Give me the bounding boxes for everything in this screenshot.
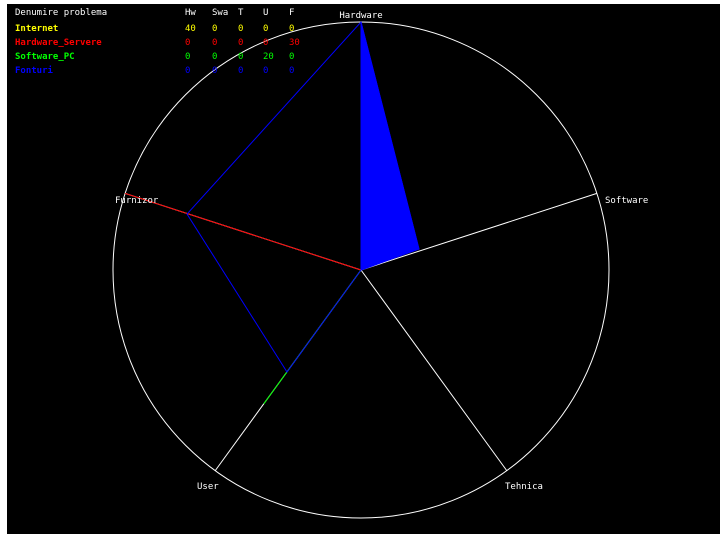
legend-series-value: 0 [263,24,268,34]
legend-series-value: 0 [289,52,294,62]
legend-series-value: 0 [212,24,217,34]
series-fonturi-wedge [360,21,420,271]
axis-label-furnizor: Furnizor [115,196,159,206]
legend-series-value: 0 [289,24,294,34]
legend-column-f: F [289,8,294,18]
legend-series-value: 0 [185,52,190,62]
legend-column-t: T [238,8,244,18]
legend-series-value: 0 [263,38,268,48]
legend-series-value: 0 [238,66,243,76]
legend-series-value: 0 [289,66,294,76]
legend-series-value: 0 [185,66,190,76]
legend-series-name: Hardware_Servere [15,38,102,48]
axis-label-tehnica: Tehnica [505,482,543,492]
legend-series-name: Internet [15,24,58,34]
axis-label-software: Software [605,196,648,206]
legend-series-value: 0 [238,38,243,48]
legend-series-value: 30 [289,38,300,48]
legend-series-value: 40 [185,24,196,34]
legend-column-u: U [263,8,268,18]
series-hardware-servere [124,192,362,271]
axis-label-user: User [197,482,219,492]
axis-label-hardware: Hardware [339,11,382,21]
legend-title: Denumire problema [15,8,107,18]
legend-column-swa: Swa [212,8,228,18]
legend-series-value: 20 [263,52,274,62]
legend-series-value: 0 [185,38,190,48]
legend-series-value: 0 [263,66,268,76]
legend-series-value: 0 [212,38,217,48]
legend-series-value: 0 [238,24,243,34]
legend-series-name: Fonturi [15,65,54,76]
legend-column-hw: Hw [185,8,196,18]
legend-series-value: 0 [238,52,243,62]
radar-chart: Hardware Software Tehnica User Furnizor Denum… [15,8,648,519]
legend-series-name: Software_PC [15,52,75,62]
legend-series-value: 0 [212,52,217,62]
axis-spoke-tehnica [360,269,508,471]
radar-chart-area: Hardware Software Tehnica User Furnizor Denum… [7,4,720,534]
legend-series-value: 0 [212,66,217,76]
